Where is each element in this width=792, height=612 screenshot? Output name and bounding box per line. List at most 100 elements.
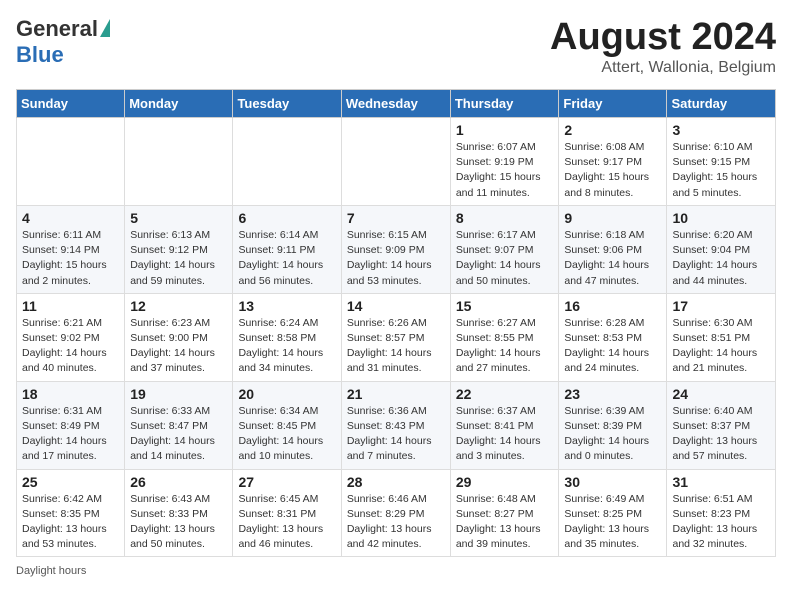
calendar-cell: 2Sunrise: 6:08 AMSunset: 9:17 PMDaylight…: [559, 118, 667, 206]
calendar-header-wednesday: Wednesday: [341, 90, 450, 118]
calendar-cell: 10 Sunrise: 6:20 AMSunset: 9:04 PMDayligh…: [667, 205, 776, 293]
day-info: Sunrise: 6:39 AMSunset: 8:39 PMDaylight:…: [564, 404, 661, 465]
day-number: 16: [564, 298, 661, 314]
calendar-cell: [125, 118, 233, 206]
day-number: 11: [22, 298, 119, 314]
day-number: 4: [22, 210, 119, 226]
day-number: 20: [238, 386, 335, 402]
location-subtitle: Attert, Wallonia, Belgium: [550, 59, 776, 77]
calendar-cell: 14 Sunrise: 6:26 AMSunset: 8:57 PMDayligh…: [341, 293, 450, 381]
calendar-header-row: SundayMondayTuesdayWednesdayThursdayFrid…: [17, 90, 776, 118]
calendar-week-row: 25 Sunrise: 6:42 AMSunset: 8:35 PMDayligh…: [17, 469, 776, 557]
day-info: Sunrise: 6:31 AMSunset: 8:49 PMDaylight:…: [22, 404, 119, 465]
day-info: Sunrise: 6:40 AMSunset: 8:37 PMDaylight:…: [672, 404, 770, 465]
calendar-cell: 18 Sunrise: 6:31 AMSunset: 8:49 PMDayligh…: [17, 381, 125, 469]
day-number: 29: [456, 474, 554, 490]
calendar-cell: 20 Sunrise: 6:34 AMSunset: 8:45 PMDayligh…: [233, 381, 341, 469]
day-info: Sunrise: 6:20 AMSunset: 9:04 PMDaylight:…: [672, 228, 770, 289]
day-number: 22: [456, 386, 554, 402]
logo-triangle-icon: [100, 19, 110, 37]
calendar-cell: 29 Sunrise: 6:48 AMSunset: 8:27 PMDayligh…: [450, 469, 559, 557]
footer-note: Daylight hours: [16, 565, 776, 577]
day-info: Sunrise: 6:13 AMSunset: 9:12 PMDaylight:…: [130, 228, 227, 289]
calendar-cell: 22Sunrise: 6:37 AMSunset: 8:41 PMDayligh…: [450, 381, 559, 469]
calendar-cell: 12 Sunrise: 6:23 AMSunset: 9:00 PMDayligh…: [125, 293, 233, 381]
day-info: Sunrise: 6:23 AMSunset: 9:00 PMDaylight:…: [130, 316, 227, 377]
day-number: 3: [672, 122, 770, 138]
day-number: 5: [130, 210, 227, 226]
calendar-cell: 23 Sunrise: 6:39 AMSunset: 8:39 PMDayligh…: [559, 381, 667, 469]
day-number: 25: [22, 474, 119, 490]
day-info: Sunrise: 6:43 AMSunset: 8:33 PMDaylight:…: [130, 492, 227, 553]
day-info: Sunrise: 6:14 AMSunset: 9:11 PMDaylight:…: [238, 228, 335, 289]
day-info: Sunrise: 6:17 AMSunset: 9:07 PMDaylight:…: [456, 228, 554, 289]
day-number: 27: [238, 474, 335, 490]
header: General Blue August 2024 Attert, Walloni…: [16, 16, 776, 77]
day-info: Sunrise: 6:10 AMSunset: 9:15 PMDaylight:…: [672, 140, 770, 201]
calendar-cell: 30Sunrise: 6:49 AMSunset: 8:25 PMDayligh…: [559, 469, 667, 557]
calendar-cell: 24 Sunrise: 6:40 AMSunset: 8:37 PMDayligh…: [667, 381, 776, 469]
day-info: Sunrise: 6:46 AMSunset: 8:29 PMDaylight:…: [347, 492, 445, 553]
day-number: 15: [456, 298, 554, 314]
calendar-cell: 26 Sunrise: 6:43 AMSunset: 8:33 PMDayligh…: [125, 469, 233, 557]
calendar-cell: 21Sunrise: 6:36 AMSunset: 8:43 PMDayligh…: [341, 381, 450, 469]
day-number: 18: [22, 386, 119, 402]
calendar-week-row: 1 Sunrise: 6:07 AMSunset: 9:19 PMDaylight…: [17, 118, 776, 206]
day-info: Sunrise: 6:11 AMSunset: 9:14 PMDaylight:…: [22, 228, 119, 289]
calendar-cell: 9 Sunrise: 6:18 AMSunset: 9:06 PMDaylight…: [559, 205, 667, 293]
day-info: Sunrise: 6:42 AMSunset: 8:35 PMDaylight:…: [22, 492, 119, 553]
day-number: 26: [130, 474, 227, 490]
day-number: 10: [672, 210, 770, 226]
calendar-cell: 3 Sunrise: 6:10 AMSunset: 9:15 PMDaylight…: [667, 118, 776, 206]
calendar-cell: 8 Sunrise: 6:17 AMSunset: 9:07 PMDaylight…: [450, 205, 559, 293]
day-number: 30: [564, 474, 661, 490]
day-number: 24: [672, 386, 770, 402]
calendar-cell: 7Sunrise: 6:15 AMSunset: 9:09 PMDaylight…: [341, 205, 450, 293]
day-info: Sunrise: 6:21 AMSunset: 9:02 PMDaylight:…: [22, 316, 119, 377]
logo-general-text: General: [16, 16, 98, 42]
day-number: 17: [672, 298, 770, 314]
calendar-cell: [341, 118, 450, 206]
calendar-cell: 6Sunrise: 6:14 AMSunset: 9:11 PMDaylight…: [233, 205, 341, 293]
day-info: Sunrise: 6:26 AMSunset: 8:57 PMDaylight:…: [347, 316, 445, 377]
calendar-table: SundayMondayTuesdayWednesdayThursdayFrid…: [16, 89, 776, 557]
calendar-cell: 31Sunrise: 6:51 AMSunset: 8:23 PMDayligh…: [667, 469, 776, 557]
day-number: 19: [130, 386, 227, 402]
day-number: 2: [564, 122, 661, 138]
calendar-header-monday: Monday: [125, 90, 233, 118]
day-number: 14: [347, 298, 445, 314]
day-number: 28: [347, 474, 445, 490]
calendar-cell: 16Sunrise: 6:28 AMSunset: 8:53 PMDayligh…: [559, 293, 667, 381]
calendar-header-thursday: Thursday: [450, 90, 559, 118]
calendar-cell: 27Sunrise: 6:45 AMSunset: 8:31 PMDayligh…: [233, 469, 341, 557]
logo-blue-text: Blue: [16, 42, 64, 68]
calendar-cell: 1 Sunrise: 6:07 AMSunset: 9:19 PMDaylight…: [450, 118, 559, 206]
day-number: 31: [672, 474, 770, 490]
calendar-cell: [17, 118, 125, 206]
day-info: Sunrise: 6:24 AMSunset: 8:58 PMDaylight:…: [238, 316, 335, 377]
day-number: 12: [130, 298, 227, 314]
day-info: Sunrise: 6:07 AMSunset: 9:19 PMDaylight:…: [456, 140, 554, 201]
day-info: Sunrise: 6:18 AMSunset: 9:06 PMDaylight:…: [564, 228, 661, 289]
calendar-header-friday: Friday: [559, 90, 667, 118]
day-info: Sunrise: 6:30 AMSunset: 8:51 PMDaylight:…: [672, 316, 770, 377]
day-number: 8: [456, 210, 554, 226]
day-number: 1: [456, 122, 554, 138]
day-info: Sunrise: 6:48 AMSunset: 8:27 PMDaylight:…: [456, 492, 554, 553]
calendar-cell: 15Sunrise: 6:27 AMSunset: 8:55 PMDayligh…: [450, 293, 559, 381]
calendar-week-row: 11 Sunrise: 6:21 AMSunset: 9:02 PMDayligh…: [17, 293, 776, 381]
day-number: 9: [564, 210, 661, 226]
calendar-header-tuesday: Tuesday: [233, 90, 341, 118]
day-info: Sunrise: 6:34 AMSunset: 8:45 PMDaylight:…: [238, 404, 335, 465]
day-info: Sunrise: 6:36 AMSunset: 8:43 PMDaylight:…: [347, 404, 445, 465]
calendar-cell: [233, 118, 341, 206]
day-number: 23: [564, 386, 661, 402]
day-info: Sunrise: 6:33 AMSunset: 8:47 PMDaylight:…: [130, 404, 227, 465]
calendar-cell: 11 Sunrise: 6:21 AMSunset: 9:02 PMDayligh…: [17, 293, 125, 381]
day-number: 13: [238, 298, 335, 314]
calendar-header-sunday: Sunday: [17, 90, 125, 118]
calendar-cell: 4 Sunrise: 6:11 AMSunset: 9:14 PMDaylight…: [17, 205, 125, 293]
day-info: Sunrise: 6:15 AMSunset: 9:09 PMDaylight:…: [347, 228, 445, 289]
calendar-cell: 5 Sunrise: 6:13 AMSunset: 9:12 PMDaylight…: [125, 205, 233, 293]
calendar-cell: 19 Sunrise: 6:33 AMSunset: 8:47 PMDayligh…: [125, 381, 233, 469]
